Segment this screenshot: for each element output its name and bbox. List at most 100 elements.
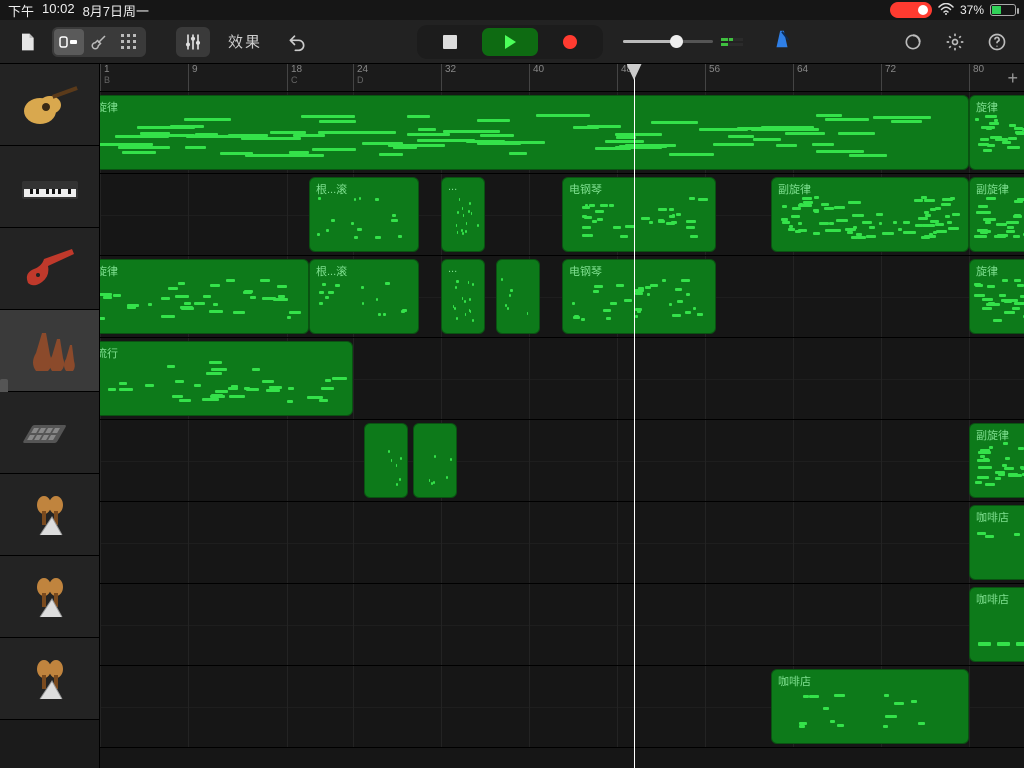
midi-region[interactable]: 副旋律	[969, 423, 1024, 498]
region-notes	[501, 278, 535, 329]
midi-region[interactable]: 咖啡店	[969, 505, 1024, 580]
ruler[interactable]: + 1B918C24D32404856647280	[100, 64, 1024, 92]
master-volume[interactable]	[623, 38, 743, 46]
midi-region[interactable]: 旋律	[969, 95, 1024, 170]
track-header-drum-machine[interactable]	[0, 392, 99, 474]
track-row[interactable]: 旋律根...滚...电钢琴旋律	[100, 256, 1024, 338]
midi-region[interactable]: 咖啡店	[771, 669, 969, 744]
track-header-percussion[interactable]	[0, 556, 99, 638]
track-headers	[0, 64, 100, 768]
track-header-percussion[interactable]	[0, 638, 99, 720]
loop-browser-button[interactable]	[896, 27, 930, 57]
date: 8月7日周一	[83, 1, 149, 20]
track-header-percussion[interactable]	[0, 474, 99, 556]
track-header-keyboard[interactable]	[0, 146, 99, 228]
timeline[interactable]: + 1B918C24D32404856647280 旋律旋律根...滚...电钢…	[100, 64, 1024, 768]
play-button[interactable]	[482, 28, 538, 56]
tracks-view-seg[interactable]	[54, 29, 84, 55]
midi-region[interactable]	[496, 259, 540, 334]
track-row[interactable]: 流行	[100, 338, 1024, 420]
view-segmented[interactable]	[52, 27, 146, 57]
region-label: ...	[448, 263, 457, 275]
help-button[interactable]	[980, 27, 1014, 57]
region-label: 根...滚	[316, 263, 347, 279]
percussion-icon	[15, 487, 85, 542]
region-label: 副旋律	[976, 427, 1009, 443]
region-label: 副旋律	[976, 181, 1009, 197]
grid-view-seg[interactable]	[114, 29, 144, 55]
midi-region[interactable]: ...	[441, 259, 485, 334]
region-label: 电钢琴	[569, 263, 602, 279]
region-notes	[369, 442, 403, 493]
battery-icon	[990, 4, 1016, 16]
midi-region[interactable]: 旋律	[100, 259, 309, 334]
region-notes	[100, 114, 964, 165]
midi-region[interactable]	[364, 423, 408, 498]
track-header-electric-guitar[interactable]	[0, 228, 99, 310]
status-bar: 下午 10:02 8月7日周一 37%	[0, 0, 1024, 20]
strings-icon	[15, 323, 85, 378]
track-row[interactable]: 旋律 旋律	[100, 92, 1024, 174]
region-notes	[314, 278, 414, 329]
region-label: 咖啡店	[976, 509, 1009, 525]
level-meter	[721, 38, 743, 46]
midi-region[interactable]: 电钢琴	[562, 259, 716, 334]
track-row[interactable]: 咖啡店	[100, 584, 1024, 666]
battery-pct: 37%	[960, 3, 984, 17]
track-row[interactable]: 咖啡店	[100, 666, 1024, 748]
mixer-button[interactable]	[176, 27, 210, 57]
region-notes	[567, 278, 711, 329]
electric-guitar-icon	[15, 241, 85, 296]
toolbar: 效果	[0, 20, 1024, 64]
transport	[417, 25, 603, 59]
region-notes	[974, 114, 1024, 165]
midi-region[interactable]: 根...滚	[309, 259, 419, 334]
screen-record-pill[interactable]	[890, 2, 932, 18]
percussion-icon	[15, 569, 85, 624]
midi-region[interactable]: 旋律	[100, 95, 969, 170]
midi-region[interactable]: 副旋律	[771, 177, 969, 252]
add-bars-button[interactable]: +	[1007, 68, 1018, 89]
tracks-grid[interactable]: 旋律旋律根...滚...电钢琴副旋律副旋律旋律根...滚...电钢琴旋律流行副旋…	[100, 92, 1024, 768]
midi-region[interactable]: 流行	[100, 341, 353, 416]
region-notes	[974, 524, 1024, 575]
stop-button[interactable]	[422, 28, 478, 56]
undo-button[interactable]	[280, 27, 314, 57]
region-notes	[100, 360, 348, 411]
region-notes	[776, 196, 964, 247]
clock-prefix: 下午	[8, 1, 34, 20]
keyboard-icon	[15, 159, 85, 214]
track-header-acoustic-guitar[interactable]	[0, 64, 99, 146]
ruler-tick: 40	[529, 64, 544, 91]
acoustic-guitar-icon	[15, 77, 85, 132]
region-notes	[974, 442, 1024, 493]
ruler-tick: 56	[705, 64, 720, 91]
ruler-tick: 72	[881, 64, 896, 91]
region-label: 旋律	[976, 263, 998, 279]
region-notes	[974, 196, 1024, 247]
playhead[interactable]	[634, 64, 635, 768]
record-button[interactable]	[542, 28, 598, 56]
settings-button[interactable]	[938, 27, 972, 57]
midi-region[interactable]: 副旋律	[969, 177, 1024, 252]
midi-region[interactable]: ...	[441, 177, 485, 252]
track-row[interactable]: 副旋律	[100, 420, 1024, 502]
instrument-view-seg[interactable]	[84, 29, 114, 55]
midi-region[interactable]: 根...滚	[309, 177, 419, 252]
region-label: 根...滚	[316, 181, 347, 197]
fx-button[interactable]: 效果	[218, 31, 272, 52]
midi-region[interactable]: 电钢琴	[562, 177, 716, 252]
song-menu-button[interactable]	[10, 27, 44, 57]
region-label: 旋律	[100, 99, 118, 115]
midi-region[interactable]: 旋律	[969, 259, 1024, 334]
track-row[interactable]: 咖啡店	[100, 502, 1024, 584]
midi-region[interactable]	[413, 423, 457, 498]
region-notes	[418, 442, 452, 493]
region-label: 流行	[100, 345, 118, 361]
midi-region[interactable]: 咖啡店	[969, 587, 1024, 662]
track-header-strings[interactable]	[0, 310, 99, 392]
region-label: ...	[448, 181, 457, 193]
metronome-button[interactable]	[771, 28, 793, 56]
arrange-area: + 1B918C24D32404856647280 旋律旋律根...滚...电钢…	[0, 64, 1024, 768]
track-row[interactable]: 根...滚...电钢琴副旋律副旋律	[100, 174, 1024, 256]
